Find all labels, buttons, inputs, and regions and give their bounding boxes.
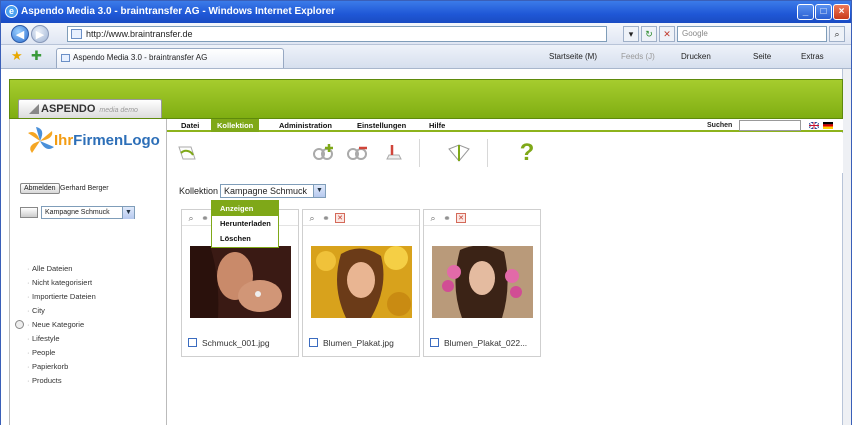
page-icon <box>71 29 82 39</box>
collection-toggle-icon[interactable] <box>20 207 38 218</box>
page-command[interactable]: Seite <box>753 50 771 64</box>
logout-button[interactable]: Abmelden <box>20 183 60 194</box>
menu-administration[interactable]: Administration <box>273 119 338 132</box>
thumbnail-image[interactable] <box>190 246 291 318</box>
uk-flag-icon[interactable] <box>809 122 819 129</box>
browser-tab[interactable]: Aspendo Media 3.0 - braintransfer AG <box>56 48 284 68</box>
ie-icon: e <box>5 5 18 18</box>
file-card[interactable]: ⌕ ⚭ ✕ Blumen_Plakat_022... <box>423 209 541 357</box>
close-button[interactable]: × <box>833 4 850 20</box>
stop-icon[interactable]: ✕ <box>659 26 675 42</box>
window-title: Aspendo Media 3.0 - braintransfer AG - W… <box>21 6 336 17</box>
de-flag-icon[interactable] <box>823 122 833 129</box>
menu-kollektion[interactable]: Kollektion <box>211 119 260 132</box>
minimize-button[interactable]: _ <box>797 4 814 20</box>
card-toolbar: ⌕ ⚭ ✕ <box>424 210 540 226</box>
search-input[interactable]: Google <box>677 26 827 42</box>
zoom-icon[interactable]: ⌕ <box>186 213 196 223</box>
company-logo-text: IhrFirmenLogo <box>54 132 160 149</box>
search-label: Suchen <box>707 122 733 129</box>
company-logo-icon <box>24 127 56 155</box>
address-field[interactable]: http://www.braintransfer.de <box>67 26 607 42</box>
remove-icon[interactable]: ✕ <box>335 213 345 223</box>
collection-icon[interactable]: ⚭ <box>200 213 210 223</box>
file-name: Blumen_Plakat.jpg <box>323 338 394 348</box>
thumbnail-image[interactable] <box>432 246 533 318</box>
file-card[interactable]: ⌕ ⚭ ✕ Blumen_Plakat.jpg <box>302 209 420 357</box>
book-icon[interactable] <box>445 139 473 167</box>
collection-icon[interactable]: ⚭ <box>442 213 452 223</box>
zoom-icon[interactable]: ⌕ <box>428 213 438 223</box>
file-name: Schmuck_001.jpg <box>202 338 270 348</box>
back-button[interactable]: ◀ <box>11 25 29 43</box>
address-row: ◀ ▶ http://www.braintransfer.de ▾ ↻ ✕ Go… <box>1 23 851 45</box>
menu-einstellungen[interactable]: Einstellungen <box>351 119 412 132</box>
tab-title: Aspendo Media 3.0 - braintransfer AG <box>73 53 208 62</box>
logo-swoosh-icon <box>29 104 39 114</box>
nav-item-neue-kategorie[interactable]: Neue Kategorie <box>27 320 84 330</box>
help-icon[interactable]: ? <box>513 139 541 167</box>
delete-icon[interactable] <box>379 139 407 167</box>
chevron-down-icon: ▼ <box>122 207 134 219</box>
toolbar-separator <box>487 139 488 167</box>
title-bar: e Aspendo Media 3.0 - braintransfer AG -… <box>1 1 851 23</box>
tab-page-icon <box>61 54 70 62</box>
nav-item-products[interactable]: Products <box>27 376 62 386</box>
tab-row: ★ ✚ Aspendo Media 3.0 - braintransfer AG… <box>1 45 851 69</box>
nav-item-alle-dateien[interactable]: Alle Dateien <box>27 264 73 274</box>
nav-item-nicht-kategorisiert[interactable]: Nicht kategorisiert <box>27 278 92 288</box>
refresh-icon[interactable]: ↻ <box>641 26 657 42</box>
vertical-scrollbar[interactable] <box>843 69 851 425</box>
card-toolbar: ⌕ ⚭ ✕ <box>303 210 419 226</box>
add-favorite-icon[interactable]: ✚ <box>31 49 42 63</box>
add-collection-icon[interactable] <box>309 139 337 167</box>
collection-row: Kollektion Kampagne Schmuck ▼ <box>179 184 326 198</box>
kollektion-select[interactable]: Kampagne Schmuck ▼ <box>220 184 326 198</box>
aspendo-logo: ASPENDO media demo <box>18 99 162 118</box>
browser-window: e Aspendo Media 3.0 - braintransfer AG -… <box>0 0 852 425</box>
forward-button[interactable]: ▶ <box>31 25 49 43</box>
user-name: Gerhard Berger <box>60 185 109 192</box>
home-command[interactable]: Startseite (M) <box>549 50 597 64</box>
app-menubar: Datei Kollektion Administration Einstell… <box>167 119 843 132</box>
thumbnail-image[interactable] <box>311 246 412 318</box>
app-search-input[interactable] <box>739 120 801 131</box>
left-panel: IhrFirmenLogo Abmelden Gerhard Berger Ka… <box>9 119 167 425</box>
menu-hilfe[interactable]: Hilfe <box>423 119 451 132</box>
nav-item-importierte-dateien[interactable]: Importierte Dateien <box>27 292 96 302</box>
select-checkbox[interactable] <box>188 338 197 347</box>
search-go-icon[interactable]: ⌕ <box>829 26 845 42</box>
menu-item-anzeigen[interactable]: Anzeigen <box>212 201 278 216</box>
nav-item-papierkorb[interactable]: Papierkorb <box>27 362 68 372</box>
remove-icon[interactable]: ✕ <box>456 213 466 223</box>
nav-item-city[interactable]: City <box>27 306 45 316</box>
kollektion-label: Kollektion <box>179 186 219 196</box>
collection-icon[interactable]: ⚭ <box>321 213 331 223</box>
nav-item-lifestyle[interactable]: Lifestyle <box>27 334 59 344</box>
feeds-command[interactable]: Feeds (J) <box>621 50 655 64</box>
file-name: Blumen_Plakat_022... <box>444 338 528 348</box>
menu-datei[interactable]: Datei <box>175 119 205 132</box>
url-text: http://www.braintransfer.de <box>86 29 193 39</box>
kollektion-dropdown: Anzeigen Herunterladen Löschen <box>211 200 279 248</box>
menu-item-herunterladen[interactable]: Herunterladen <box>212 216 278 231</box>
select-checkbox[interactable] <box>430 338 439 347</box>
toolbar-separator <box>419 139 420 167</box>
print-command[interactable]: Drucken <box>681 50 711 64</box>
app-toolbar: ? <box>167 133 843 173</box>
collection-select[interactable]: Kampagne Schmuck ▼ <box>41 206 135 219</box>
nav-item-people[interactable]: People <box>27 348 55 358</box>
menu-item-loeschen[interactable]: Löschen <box>212 231 278 246</box>
maximize-button[interactable]: □ <box>815 4 832 20</box>
tools-command[interactable]: Extras <box>801 50 824 64</box>
radio-icon[interactable] <box>15 320 24 329</box>
chevron-down-icon: ▼ <box>313 185 325 197</box>
open-icon[interactable] <box>173 139 201 167</box>
favorites-star-icon[interactable]: ★ <box>11 49 23 63</box>
web-page: ASPENDO media demo IhrFirmenLogo Abmelden… <box>1 69 843 425</box>
zoom-icon[interactable]: ⌕ <box>307 213 317 223</box>
remove-collection-icon[interactable] <box>343 139 371 167</box>
address-dropdown-icon[interactable]: ▾ <box>623 26 639 42</box>
select-checkbox[interactable] <box>309 338 318 347</box>
